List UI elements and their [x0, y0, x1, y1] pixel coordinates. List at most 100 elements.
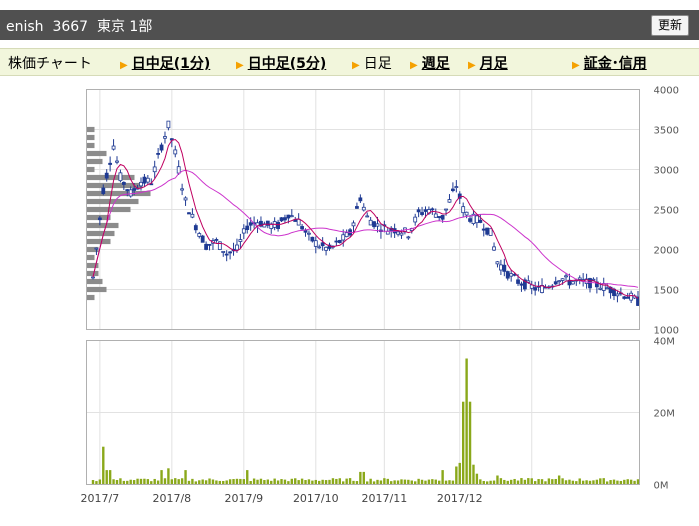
volume-bar — [294, 478, 297, 485]
volume-bar — [383, 478, 386, 485]
volume-bar — [626, 479, 629, 485]
volume-bar — [448, 480, 451, 485]
candle-body — [156, 153, 161, 155]
volume-axis: 40M 20M 0M — [654, 337, 675, 492]
candle-body — [159, 144, 164, 151]
candle-body — [245, 225, 250, 230]
volume-bar — [602, 478, 605, 485]
candle-body — [241, 228, 246, 234]
volume-bar — [623, 479, 626, 485]
volume-bar — [451, 480, 455, 485]
candle-body — [91, 276, 95, 279]
candle-body — [204, 243, 209, 250]
volume-panel-grid — [86, 340, 640, 485]
volume-bar — [328, 479, 331, 485]
candle-body — [238, 239, 243, 242]
volume-bar — [619, 480, 623, 485]
volume-bar — [167, 468, 170, 485]
volume-bar — [191, 478, 194, 485]
candle-body — [125, 189, 130, 191]
volume-bar — [119, 478, 122, 485]
volume-bar — [314, 479, 317, 485]
volume-bar — [225, 480, 228, 485]
volume-bar — [263, 480, 266, 485]
volume-bar — [129, 479, 132, 485]
volume-bar — [540, 479, 544, 485]
candle-body — [224, 253, 229, 256]
candle-body — [553, 281, 558, 285]
candle-body — [516, 279, 520, 284]
date-tick-label: 2017/11 — [362, 492, 408, 505]
candle-body — [344, 232, 349, 238]
volume-bar — [509, 479, 513, 485]
candle-body — [341, 234, 346, 241]
volume-bar — [393, 480, 396, 485]
candle-body — [454, 186, 459, 188]
volume-bar — [235, 478, 239, 485]
candle-body — [283, 217, 287, 221]
volume-bar — [228, 479, 232, 485]
volume-bar — [547, 478, 551, 485]
candle-body — [468, 218, 472, 222]
volume-bar — [612, 479, 616, 485]
candle-body — [485, 227, 490, 235]
volume-profile-bar — [86, 270, 99, 277]
volume-bar — [492, 480, 496, 485]
candle-body — [180, 188, 185, 191]
candle-body — [492, 246, 496, 251]
candle-body — [498, 264, 503, 271]
volume-bar — [304, 480, 307, 485]
volume-bar — [348, 478, 352, 485]
candle-body — [139, 181, 143, 187]
volume-bar — [506, 480, 509, 485]
date-tick-label: 2017/8 — [152, 492, 191, 505]
volume-bar — [636, 479, 640, 485]
volume-bar — [324, 480, 328, 485]
volume-bar — [362, 471, 365, 485]
volume-bar — [599, 478, 602, 485]
volume-bar — [516, 480, 520, 485]
candle-body — [533, 287, 538, 291]
candle-body — [396, 231, 400, 235]
volume-bar — [95, 481, 98, 485]
candle-body — [97, 217, 102, 221]
volume-profile-bar — [86, 286, 107, 293]
volume-bar — [633, 480, 636, 485]
volume-bar — [318, 480, 321, 485]
volume-bar — [126, 480, 129, 485]
volume-bar — [530, 478, 533, 485]
volume-bar — [386, 478, 389, 485]
candle-body — [588, 278, 592, 289]
candle-body — [488, 228, 493, 236]
volume-profile-bar — [86, 166, 95, 173]
candle-body — [163, 136, 167, 139]
volume-bar — [102, 446, 105, 485]
volume-bar — [122, 480, 126, 485]
volume-bar — [468, 401, 472, 485]
volume-bar — [180, 478, 184, 485]
candle-body — [430, 208, 435, 211]
candle-body — [115, 160, 119, 163]
volume-profile-bar — [86, 150, 107, 157]
candle-body — [173, 149, 178, 155]
candle-body — [197, 233, 202, 237]
volume-bar — [461, 401, 465, 485]
volume-bar — [616, 480, 619, 485]
volume-bar — [609, 480, 612, 485]
volume-bar — [420, 479, 424, 485]
candle-body — [334, 240, 339, 243]
volume-bar — [437, 480, 441, 485]
volume-bar — [204, 480, 208, 485]
candle-body — [337, 240, 342, 244]
date-tick-label: 2017/7 — [81, 492, 120, 505]
volume-profile-bar — [86, 134, 95, 141]
volume-bar — [115, 479, 119, 485]
candle-body — [413, 216, 418, 223]
volume-bar — [321, 479, 324, 485]
volume-bar — [455, 466, 458, 485]
volume-bar — [276, 480, 280, 485]
candle-body — [406, 236, 411, 239]
volume-bar — [592, 480, 595, 485]
volume-profile-bar — [86, 158, 103, 165]
candle-body — [368, 219, 373, 226]
